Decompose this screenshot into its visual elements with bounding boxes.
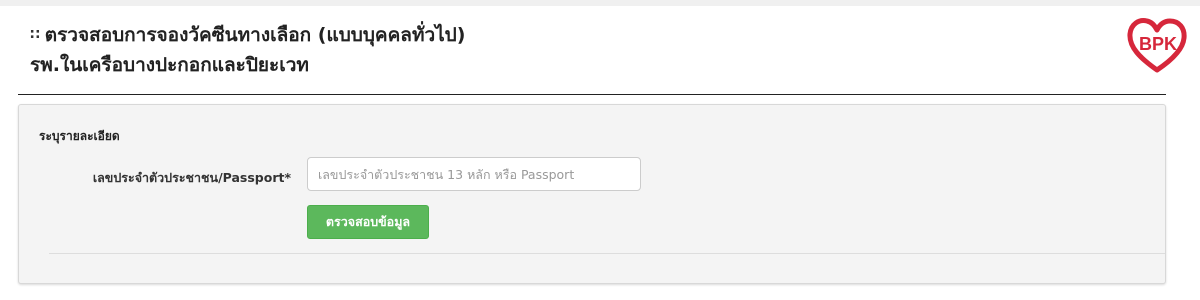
page-title: ∷ ตรวจสอบการจองวัคซีนทางเลือก (แบบบุคคลทั…: [30, 20, 465, 50]
logo-text: BPK: [1138, 34, 1177, 54]
header: ∷ ตรวจสอบการจองวัคซีนทางเลือก (แบบบุคคลทั…: [0, 6, 1200, 94]
page: ∷ ตรวจสอบการจองวัคซีนทางเลือก (แบบบุคคลทั…: [0, 0, 1200, 300]
panel-divider: [49, 253, 1165, 254]
id-field-label: เลขประจำตัวประชาชน/Passport*: [92, 170, 291, 185]
check-info-button[interactable]: ตรวจสอบข้อมูล: [307, 205, 429, 239]
grid-dots-icon: ∷: [30, 27, 40, 43]
bpk-logo: BPK: [1126, 16, 1188, 74]
page-title-text: ตรวจสอบการจองวัคซีนทางเลือก (แบบบุคคลทั่…: [44, 24, 466, 46]
details-panel: ระบุรายละเอียด เลขประจำตัวประชาชน/Passpo…: [18, 104, 1166, 284]
panel-heading: ระบุรายละเอียด: [39, 129, 120, 143]
id-passport-input[interactable]: [307, 157, 641, 191]
header-divider: [18, 94, 1166, 95]
page-subtitle: รพ.ในเครือบางปะกอกและปิยะเวท: [30, 54, 309, 76]
